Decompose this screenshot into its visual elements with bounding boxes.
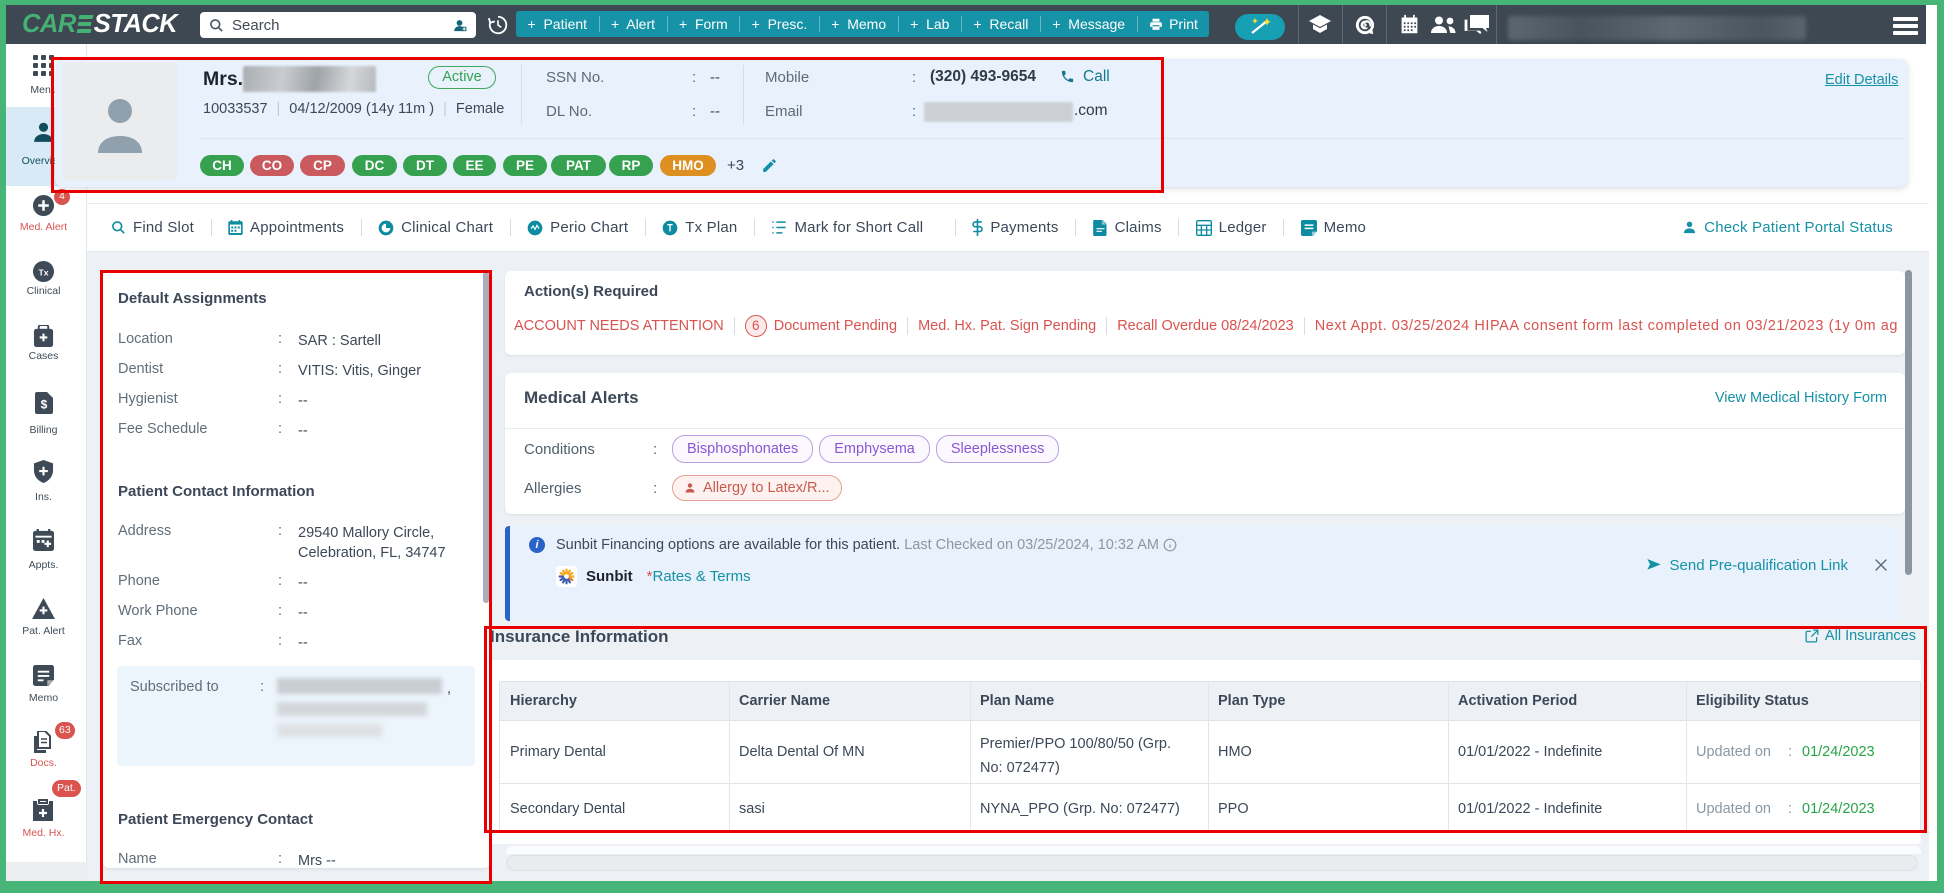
svg-text:Tx: Tx <box>38 267 48 277</box>
svg-text:$: $ <box>41 398 48 412</box>
